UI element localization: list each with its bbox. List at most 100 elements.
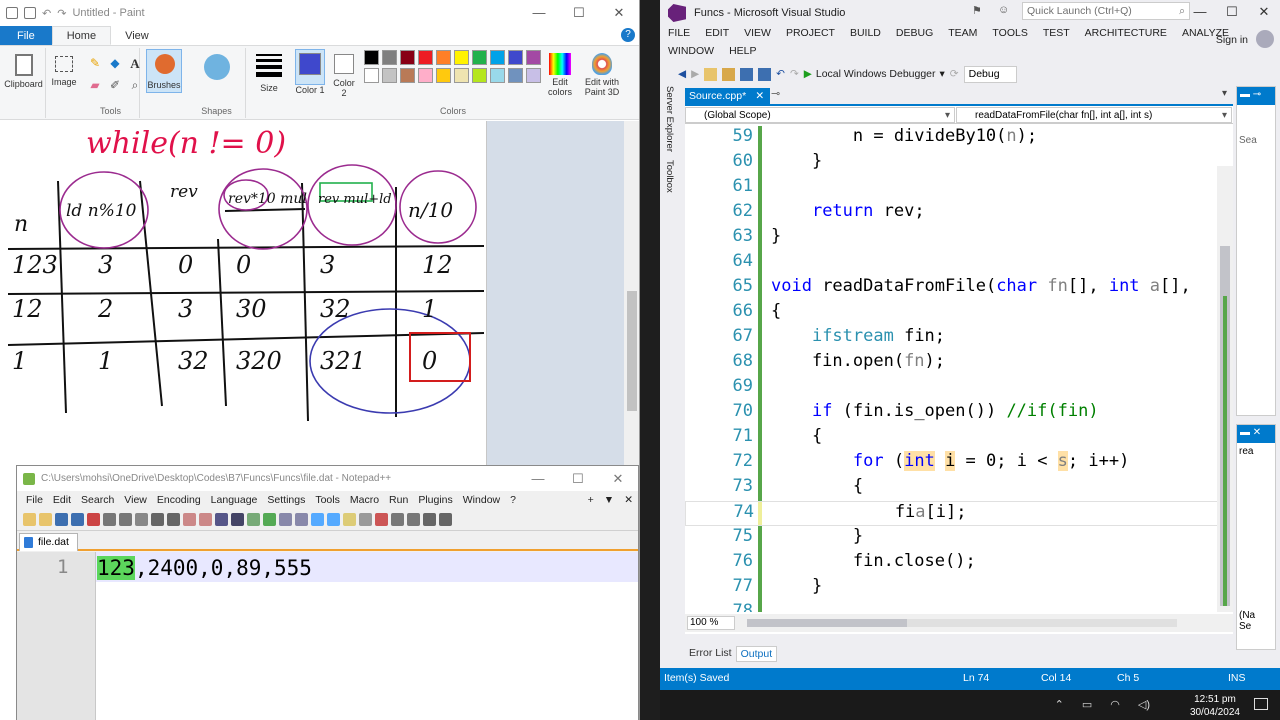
save-icon[interactable] bbox=[24, 7, 36, 19]
vs-menu-test[interactable]: TEST bbox=[1043, 27, 1085, 39]
vs-menu-edit[interactable]: EDIT bbox=[705, 27, 744, 39]
paint-canvas[interactable]: while(n != 0) n ld n%10 rev rev*10 mul r… bbox=[0, 121, 487, 466]
redo-icon[interactable]: ↷ bbox=[57, 7, 66, 20]
code-line-74[interactable]: 74 fia[i]; bbox=[685, 501, 1233, 526]
code-line-65[interactable]: 65 void readDataFromFile(char fn[], int a… bbox=[685, 276, 1233, 301]
npp-menu-edit[interactable]: Edit bbox=[48, 494, 76, 506]
code-line-68[interactable]: 68 fin.open(fn); bbox=[685, 351, 1233, 376]
server-explorer-tab[interactable]: Server Explorer bbox=[664, 86, 675, 152]
npp-toolbar-icon[interactable] bbox=[407, 513, 420, 526]
npp-menu-macro[interactable]: Macro bbox=[345, 494, 384, 506]
code-line-70[interactable]: 70 if (fin.is_open()) //if(fin) bbox=[685, 401, 1233, 426]
npp-menu-view[interactable]: View bbox=[119, 494, 152, 506]
npp-toolbar-icon[interactable] bbox=[423, 513, 436, 526]
palette-swatch[interactable] bbox=[526, 50, 541, 65]
npp-close-doc-icon[interactable]: ✕ bbox=[619, 494, 638, 506]
fill-icon[interactable]: ◆ bbox=[108, 56, 122, 72]
battery-icon[interactable]: ▭ bbox=[1082, 698, 1092, 711]
palette-swatch[interactable] bbox=[472, 50, 487, 65]
npp-toolbar-icon[interactable] bbox=[55, 513, 68, 526]
code-line-61[interactable]: 61 bbox=[685, 176, 1233, 201]
npp-toolbar-icon[interactable] bbox=[87, 513, 100, 526]
vs-menu-window[interactable]: WINDOW bbox=[668, 45, 729, 57]
npp-editor[interactable]: 1 123,2400,0,89,555 bbox=[17, 552, 638, 720]
npp-menu-window[interactable]: Window bbox=[458, 494, 505, 506]
redo-icon[interactable]: ↷ bbox=[790, 68, 799, 80]
code-line-71[interactable]: 71 { bbox=[685, 426, 1233, 451]
pane-search[interactable]: Sea bbox=[1237, 105, 1275, 146]
code-line-76[interactable]: 76 fin.close(); bbox=[685, 551, 1233, 576]
npp-minimize-button[interactable]: — bbox=[518, 471, 558, 487]
palette-swatch[interactable] bbox=[454, 68, 469, 83]
palette-swatch[interactable] bbox=[382, 50, 397, 65]
save-all-icon[interactable] bbox=[758, 67, 772, 81]
edit-colors-button[interactable]: Edit colors bbox=[545, 48, 575, 118]
palette-swatch[interactable] bbox=[418, 68, 433, 83]
npp-toolbar-icon[interactable] bbox=[23, 513, 36, 526]
open-icon[interactable] bbox=[722, 67, 736, 81]
code-vertical-scrollbar[interactable] bbox=[1217, 166, 1233, 612]
code-line-59[interactable]: 59 n = divideBy10(n); bbox=[685, 126, 1233, 151]
npp-menu-search[interactable]: Search bbox=[76, 494, 119, 506]
npp-menu-language[interactable]: Language bbox=[206, 494, 263, 506]
maximize-button[interactable]: ☐ bbox=[559, 5, 599, 21]
npp-toolbar-icon[interactable] bbox=[183, 513, 196, 526]
minimize-button[interactable]: — bbox=[519, 5, 559, 21]
vs-close-button[interactable]: ✕ bbox=[1248, 0, 1280, 24]
edit-paint3d-button[interactable]: Edit with Paint 3D bbox=[582, 48, 622, 118]
npp-toolbar-icon[interactable] bbox=[311, 513, 324, 526]
vs-menu-tools[interactable]: TOOLS bbox=[992, 27, 1042, 39]
zoom-select[interactable]: 100 % bbox=[687, 616, 736, 630]
code-line-73[interactable]: 73 { bbox=[685, 476, 1233, 501]
vs-menu-debug[interactable]: DEBUG bbox=[896, 27, 948, 39]
npp-menu-plugins[interactable]: Plugins bbox=[413, 494, 457, 506]
npp-toolbar-icon[interactable] bbox=[391, 513, 404, 526]
text-icon[interactable]: A bbox=[128, 56, 142, 72]
code-line-75[interactable]: 75 } bbox=[685, 526, 1233, 551]
wifi-icon[interactable]: ◠ bbox=[1110, 698, 1120, 711]
npp-menu-help[interactable]: ? bbox=[505, 494, 521, 506]
npp-toolbar-icon[interactable] bbox=[439, 513, 452, 526]
close-tab-icon[interactable]: ✕ bbox=[755, 88, 764, 105]
notification-flag-icon[interactable]: ⚑ bbox=[972, 4, 982, 17]
npp-maximize-button[interactable]: ☐ bbox=[558, 471, 598, 487]
npp-menu-settings[interactable]: Settings bbox=[262, 494, 310, 506]
palette-swatch[interactable] bbox=[364, 68, 379, 83]
tab-file[interactable]: File bbox=[0, 26, 52, 45]
vs-menu-help[interactable]: HELP bbox=[729, 45, 771, 57]
code-line-64[interactable]: 64 bbox=[685, 251, 1233, 276]
code-line-60[interactable]: 60 } bbox=[685, 151, 1233, 176]
scroll-thumb[interactable] bbox=[627, 291, 637, 411]
palette-swatch[interactable] bbox=[436, 68, 451, 83]
help-icon[interactable]: ? bbox=[621, 28, 635, 42]
npp-toolbar-icon[interactable] bbox=[135, 513, 148, 526]
color1-button[interactable]: Color 1 bbox=[292, 48, 328, 118]
brushes-button[interactable]: Brushes bbox=[146, 49, 182, 93]
palette-swatch[interactable] bbox=[526, 68, 541, 83]
npp-toolbar-icon[interactable] bbox=[215, 513, 228, 526]
tab-view[interactable]: View bbox=[111, 26, 163, 45]
npp-menu-file[interactable]: File bbox=[21, 494, 48, 506]
npp-toolbar-icon[interactable] bbox=[71, 513, 84, 526]
properties-pane[interactable]: ▬ ✕ rea (Na Se bbox=[1236, 424, 1276, 650]
npp-text-line[interactable]: 123,2400,0,89,555 bbox=[97, 556, 312, 580]
palette-swatch[interactable] bbox=[400, 50, 415, 65]
npp-toolbar-icon[interactable] bbox=[359, 513, 372, 526]
account-avatar[interactable] bbox=[1256, 30, 1274, 48]
color2-button[interactable]: Color 2 bbox=[328, 48, 360, 118]
quick-launch-input[interactable]: Quick Launch (Ctrl+Q) ⌕ bbox=[1022, 2, 1190, 20]
code-line-78[interactable]: 78 bbox=[685, 601, 1233, 612]
palette-swatch[interactable] bbox=[472, 68, 487, 83]
chevron-up-icon[interactable]: ⌃ bbox=[1055, 698, 1064, 711]
function-dropdown[interactable]: readDataFromFile(char fn[], int a[], int… bbox=[956, 107, 1232, 123]
code-line-72[interactable]: 72 for (int i = 0; i < s; i++) bbox=[685, 451, 1233, 476]
npp-toolbar-icon[interactable] bbox=[151, 513, 164, 526]
eraser-icon[interactable]: ▰ bbox=[88, 78, 102, 93]
palette-swatch[interactable] bbox=[382, 68, 397, 83]
pin-tab-icon[interactable]: ⊸ bbox=[771, 87, 780, 100]
new-project-icon[interactable] bbox=[704, 67, 718, 81]
npp-toolbar-icon[interactable] bbox=[263, 513, 276, 526]
palette-swatch[interactable] bbox=[454, 50, 469, 65]
vs-maximize-button[interactable]: ☐ bbox=[1216, 0, 1248, 24]
npp-toolbar-icon[interactable] bbox=[327, 513, 340, 526]
